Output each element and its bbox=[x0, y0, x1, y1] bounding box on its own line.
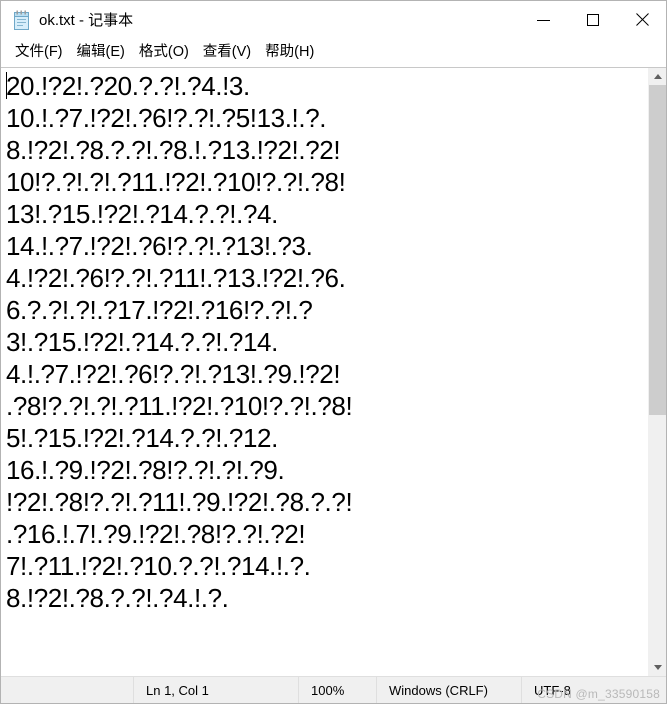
editor-area: 20.!?2!.?20.?.?!.?4.!3. 10.!.?7.!?2!.?6!… bbox=[1, 67, 666, 676]
scroll-down-arrow-icon bbox=[653, 665, 662, 670]
title-bar[interactable]: ok.txt - 记事本 bbox=[1, 1, 666, 39]
notepad-icon bbox=[12, 10, 31, 31]
text-line: 10.!.?7.!?2!.?6!?.?!.?5!13.!.?. bbox=[6, 103, 327, 133]
text-line: !?2!.?8!?.?!.?11!.?9.!?2!.?8.?.?! bbox=[6, 487, 353, 517]
scrollbar-track[interactable] bbox=[649, 85, 666, 659]
status-encoding[interactable]: UTF-8 bbox=[521, 677, 621, 703]
caption-buttons bbox=[519, 1, 666, 39]
text-caret bbox=[6, 72, 7, 99]
status-spacer bbox=[1, 677, 133, 703]
text-line: 14.!.?7.!?2!.?6!?.?!.?13!.?3. bbox=[6, 231, 313, 261]
close-icon bbox=[635, 13, 649, 27]
window-title: ok.txt - 记事本 bbox=[39, 11, 134, 29]
text-line: 5!.?15.!?2!.?14.?.?!.?12. bbox=[6, 423, 278, 453]
text-editor[interactable]: 20.!?2!.?20.?.?!.?4.!3. 10.!.?7.!?2!.?6!… bbox=[1, 68, 648, 676]
vertical-scrollbar[interactable] bbox=[648, 68, 666, 676]
scroll-up-arrow-button[interactable] bbox=[649, 68, 666, 85]
menu-help[interactable]: 帮助(H) bbox=[258, 40, 321, 65]
menu-bar: 文件(F) 编辑(E) 格式(O) 查看(V) 帮助(H) bbox=[1, 39, 666, 67]
minimize-icon bbox=[537, 19, 550, 21]
text-line: .?16.!.7!.?9.!?2!.?8!?.?!.?2! bbox=[6, 519, 306, 549]
text-line: 4.!.?7.!?2!.?6!?.?!.?13!.?9.!?2! bbox=[6, 359, 341, 389]
status-cursor-position: Ln 1, Col 1 bbox=[133, 677, 298, 703]
status-zoom-level[interactable]: 100% bbox=[298, 677, 376, 703]
text-line: 4.!?2!.?6!?.?!.?11!.?13.!?2!.?6. bbox=[6, 263, 346, 293]
menu-view[interactable]: 查看(V) bbox=[196, 40, 258, 65]
text-line: 7!.?11.!?2!.?10.?.?!.?14.!.?. bbox=[6, 551, 311, 581]
text-line: 8.!?2!.?8.?.?!.?8.!.?13.!?2!.?2! bbox=[6, 135, 341, 165]
text-line: 3!.?15.!?2!.?14.?.?!.?14. bbox=[6, 327, 278, 357]
text-line: .?8!?.?!.?!.?11.!?2!.?10!?.?!.?8! bbox=[6, 391, 353, 421]
scroll-down-arrow-button[interactable] bbox=[649, 659, 666, 676]
text-line: 16.!.?9.!?2!.?8!?.?!.?!.?9. bbox=[6, 455, 285, 485]
close-button[interactable] bbox=[617, 1, 666, 39]
title-bar-left: ok.txt - 记事本 bbox=[1, 10, 133, 31]
text-line: 20.!?2!.?20.?.?!.?4.!3. bbox=[6, 71, 250, 101]
scroll-up-arrow-icon bbox=[653, 74, 662, 79]
notepad-window: ok.txt - 记事本 文件(F) 编辑(E) 格式(O) 查看(V) 帮助(… bbox=[0, 0, 667, 704]
text-line: 10!?.?!.?!.?11.!?2!.?10!?.?!.?8! bbox=[6, 167, 346, 197]
status-bar: Ln 1, Col 1 100% Windows (CRLF) UTF-8 CS… bbox=[1, 676, 666, 703]
menu-edit[interactable]: 编辑(E) bbox=[70, 40, 132, 65]
status-line-ending[interactable]: Windows (CRLF) bbox=[376, 677, 521, 703]
text-line: 13!.?15.!?2!.?14.?.?!.?4. bbox=[6, 199, 278, 229]
text-line: 6.?.?!.?!.?17.!?2!.?16!?.?!.? bbox=[6, 295, 313, 325]
menu-file[interactable]: 文件(F) bbox=[8, 40, 70, 65]
minimize-button[interactable] bbox=[519, 1, 568, 39]
maximize-button[interactable] bbox=[568, 1, 617, 39]
text-line: 8.!?2!.?8.?.?!.?4.!.?. bbox=[6, 583, 229, 613]
menu-format[interactable]: 格式(O) bbox=[132, 40, 196, 65]
scrollbar-thumb[interactable] bbox=[649, 85, 666, 415]
maximize-icon bbox=[586, 14, 599, 26]
